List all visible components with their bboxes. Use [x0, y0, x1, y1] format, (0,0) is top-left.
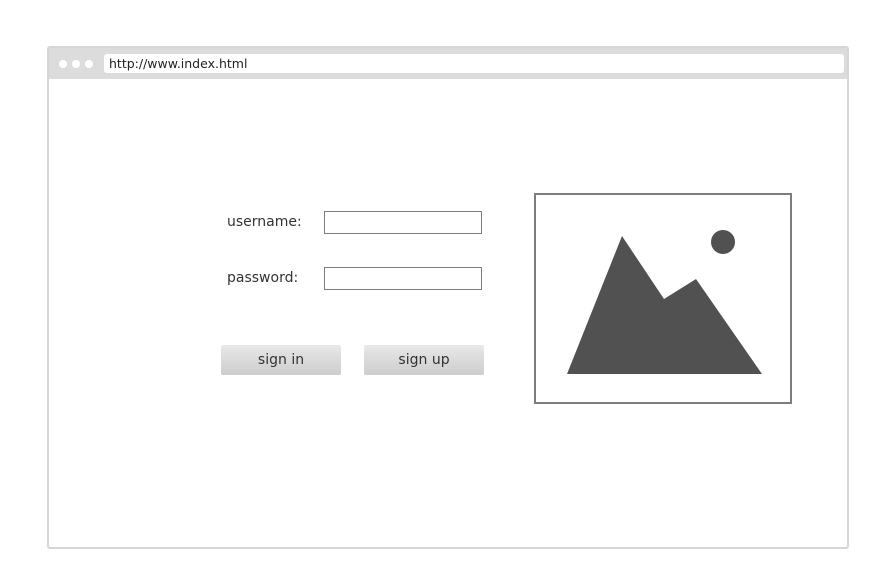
window-control-dot[interactable] — [59, 60, 67, 68]
mountain-shape — [567, 236, 762, 374]
username-input[interactable] — [324, 211, 482, 234]
window-control-dot[interactable] — [72, 60, 80, 68]
sign-up-button[interactable]: sign up — [364, 345, 484, 375]
username-label: username: — [227, 214, 302, 230]
image-placeholder — [534, 193, 792, 404]
window-control-dot[interactable] — [85, 60, 93, 68]
sun-shape — [711, 230, 735, 254]
image-placeholder-icon — [567, 230, 762, 374]
address-bar[interactable]: http://www.index.html — [104, 54, 844, 73]
password-input[interactable] — [324, 267, 482, 290]
password-label: password: — [227, 270, 299, 286]
browser-toolbar: http://www.index.html — [49, 48, 847, 79]
sign-in-button[interactable]: sign in — [221, 345, 341, 375]
